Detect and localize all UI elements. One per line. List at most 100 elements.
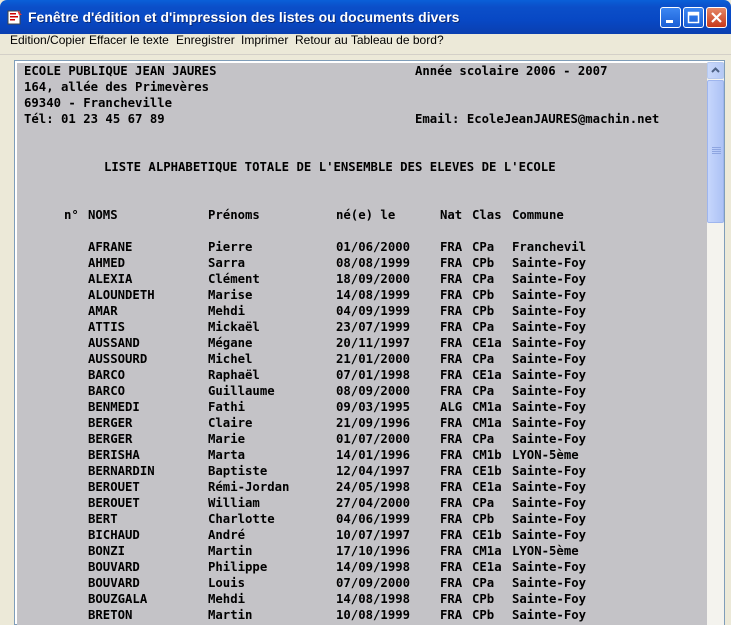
student-nationality: FRA — [440, 384, 463, 398]
student-birthdate: 24/05/1998 — [336, 480, 411, 494]
student-class: CPb — [472, 304, 495, 318]
student-nationality: FRA — [440, 496, 463, 510]
student-birthdate: 23/07/1999 — [336, 320, 411, 334]
student-commune: Sainte-Foy — [512, 592, 587, 606]
grip-line — [712, 151, 721, 152]
student-commune: LYON-5ème — [512, 448, 579, 462]
menu-help[interactable]: ? — [437, 34, 444, 54]
grip-line — [712, 147, 721, 148]
student-class: CPa — [472, 496, 495, 510]
student-firstname: William — [208, 496, 260, 510]
student-firstname: Mehdi — [208, 304, 246, 318]
student-name: BERT — [88, 512, 118, 526]
student-class: CPb — [472, 592, 495, 606]
student-name: BOUVARD — [88, 560, 140, 574]
student-birthdate: 12/04/1997 — [336, 464, 411, 478]
student-class: CM1a — [472, 416, 502, 430]
school-year: Année scolaire 2006 - 2007 — [415, 64, 608, 78]
student-nationality: FRA — [440, 576, 463, 590]
student-class: CPa — [472, 352, 495, 366]
student-firstname: Martin — [208, 608, 253, 622]
student-commune: Sainte-Foy — [512, 304, 587, 318]
student-birthdate: 01/06/2000 — [336, 240, 411, 254]
student-name: BEROUET — [88, 496, 140, 510]
student-class: CE1b — [472, 464, 502, 478]
header-line-2: 164, allée des Primevères — [24, 79, 209, 95]
student-commune: Sainte-Foy — [512, 288, 587, 302]
student-name: AUSSOURD — [88, 352, 148, 366]
student-nationality: FRA — [440, 368, 463, 382]
student-commune: Sainte-Foy — [512, 608, 587, 622]
student-firstname: Philippe — [208, 560, 268, 574]
student-commune: Sainte-Foy — [512, 320, 587, 334]
list-title: LISTE ALPHABETIQUE TOTALE DE L'ENSEMBLE … — [104, 160, 556, 174]
student-class: CPb — [472, 288, 495, 302]
student-nationality: ALG — [440, 400, 463, 414]
student-firstname: Mickaël — [208, 320, 260, 334]
student-class: CPa — [472, 272, 495, 286]
student-nationality: FRA — [440, 336, 463, 350]
student-commune: Sainte-Foy — [512, 464, 587, 478]
vertical-scrollbar[interactable] — [707, 62, 724, 625]
student-birthdate: 17/10/1996 — [336, 544, 411, 558]
student-name: BONZI — [88, 544, 126, 558]
menu-enregistrer[interactable]: Enregistrer — [176, 34, 235, 54]
student-class: CPb — [472, 256, 495, 270]
student-firstname: Michel — [208, 352, 253, 366]
app-icon — [7, 10, 22, 25]
menu-imprimer[interactable]: Imprimer — [241, 34, 288, 54]
grip-line — [712, 149, 721, 150]
student-firstname: Sarra — [208, 256, 246, 270]
student-nationality: FRA — [440, 416, 463, 430]
student-firstname: Martin — [208, 544, 253, 558]
student-name: AFRANE — [88, 240, 133, 254]
student-name: BENMEDI — [88, 400, 140, 414]
scroll-up-button[interactable] — [707, 62, 724, 79]
column-headers: n° NOMS Prénoms né(e) le Nat Clas Commun… — [24, 207, 564, 223]
student-birthdate: 27/04/2000 — [336, 496, 411, 510]
student-nationality: FRA — [440, 528, 463, 542]
menu-bar: Edition/Copier Effacer le texte Enregist… — [0, 34, 731, 55]
student-firstname: Guillaume — [208, 384, 275, 398]
student-commune: Franchevil — [512, 240, 587, 254]
student-firstname: Marta — [208, 448, 246, 462]
school-name: ECOLE PUBLIQUE JEAN JAURES — [24, 64, 217, 78]
student-nationality: FRA — [440, 240, 463, 254]
student-name: BARCO — [88, 384, 126, 398]
student-class: CM1a — [472, 544, 502, 558]
student-firstname: Raphaël — [208, 368, 260, 382]
student-nationality: FRA — [440, 544, 463, 558]
col-header-num: n° — [64, 208, 79, 222]
student-commune: Sainte-Foy — [512, 400, 587, 414]
student-name: BERGER — [88, 432, 133, 446]
student-class: CE1a — [472, 560, 502, 574]
student-class: CE1a — [472, 480, 502, 494]
student-birthdate: 04/06/1999 — [336, 512, 411, 526]
student-firstname: Pierre — [208, 240, 253, 254]
scroll-thumb[interactable] — [707, 80, 724, 223]
menu-retour-tableau-de-bord[interactable]: Retour au Tableau de bord — [295, 34, 437, 54]
student-commune: Sainte-Foy — [512, 496, 587, 510]
student-birthdate: 14/08/1998 — [336, 592, 411, 606]
student-birthdate: 21/09/1996 — [336, 416, 411, 430]
minimize-button[interactable] — [660, 7, 681, 28]
maximize-button[interactable] — [683, 7, 704, 28]
student-birthdate: 09/03/1995 — [336, 400, 411, 414]
student-birthdate: 10/07/1997 — [336, 528, 411, 542]
student-nationality: FRA — [440, 592, 463, 606]
student-birthdate: 21/01/2000 — [336, 352, 411, 366]
close-button[interactable] — [706, 7, 727, 28]
student-nationality: FRA — [440, 608, 463, 622]
student-nationality: FRA — [440, 256, 463, 270]
menu-effacer-texte[interactable]: Effacer le texte — [89, 34, 169, 54]
student-nationality: FRA — [440, 272, 463, 286]
student-name: ALOUNDETH — [88, 288, 155, 302]
document-textarea[interactable]: ECOLE PUBLIQUE JEAN JAURES Année scolair… — [17, 63, 707, 625]
menu-edition-copier[interactable]: Edition/Copier — [10, 34, 85, 54]
student-firstname: Louis — [208, 576, 246, 590]
title-bar[interactable]: Fenêtre d'édition et d'impression des li… — [0, 0, 731, 34]
student-class: CPa — [472, 384, 495, 398]
student-commune: Sainte-Foy — [512, 560, 587, 574]
student-class: CPa — [472, 576, 495, 590]
school-address: 164, allée des Primevères — [24, 80, 210, 94]
